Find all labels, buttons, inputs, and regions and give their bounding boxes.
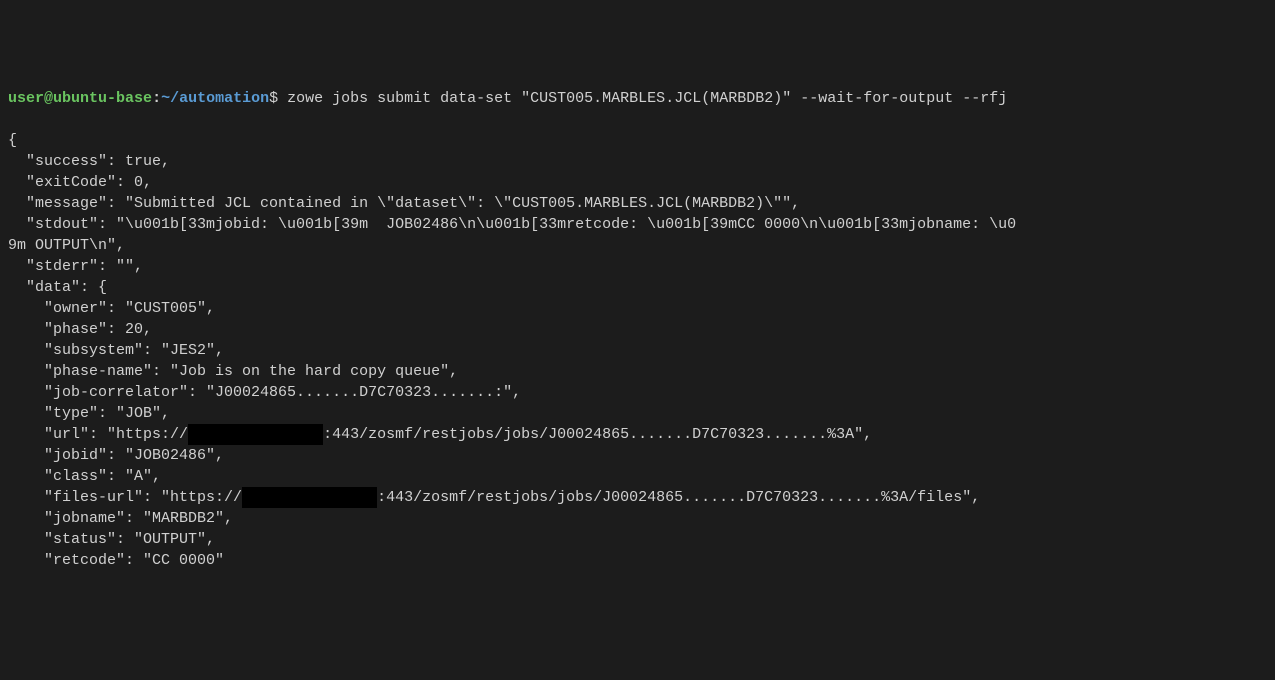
output-line: "message": "Submitted JCL contained in \… xyxy=(8,195,800,212)
url-suffix: :443/zosmf/restjobs/jobs/J00024865......… xyxy=(323,426,872,443)
output-line: "status": "OUTPUT", xyxy=(8,531,215,548)
output-line: "stderr": "", xyxy=(8,258,143,275)
prompt-colon: : xyxy=(152,90,161,107)
prompt-dollar: $ xyxy=(269,90,278,107)
output-line: "phase": 20, xyxy=(8,321,152,338)
prompt-host: ubuntu-base xyxy=(53,90,152,107)
output-line: "class": "A", xyxy=(8,468,161,485)
redacted-host xyxy=(242,487,377,508)
output-line: "jobid": "JOB02486", xyxy=(8,447,224,464)
prompt-line: user@ubuntu-base:~/automation$ zowe jobs… xyxy=(8,88,1267,109)
output-line: "subsystem": "JES2", xyxy=(8,342,224,359)
url-prefix: "files-url": "https:// xyxy=(8,489,242,506)
prompt-at: @ xyxy=(44,90,53,107)
output-line: 9m OUTPUT\n", xyxy=(8,237,125,254)
output-line: "url": "https:// :443/zosmf/restjobs/job… xyxy=(8,426,872,443)
output-line: { xyxy=(8,132,17,149)
output-line: "phase-name": "Job is on the hard copy q… xyxy=(8,363,458,380)
output-line: "type": "JOB", xyxy=(8,405,170,422)
prompt-path: ~/automation xyxy=(161,90,269,107)
output-line: "retcode": "CC 0000" xyxy=(8,552,224,569)
output-line: "files-url": "https:// :443/zosmf/restjo… xyxy=(8,489,980,506)
output-line: "owner": "CUST005", xyxy=(8,300,215,317)
output-line: "stdout": "\u001b[33mjobid: \u001b[39m J… xyxy=(8,216,1016,233)
output-line: "jobname": "MARBDB2", xyxy=(8,510,233,527)
output-line: "exitCode": 0, xyxy=(8,174,152,191)
command-text: zowe jobs submit data-set "CUST005.MARBL… xyxy=(278,90,1007,107)
redacted-host xyxy=(188,424,323,445)
prompt-user: user xyxy=(8,90,44,107)
output-line: "success": true, xyxy=(8,153,170,170)
output-line: "job-correlator": "J00024865.......D7C70… xyxy=(8,384,521,401)
url-suffix: :443/zosmf/restjobs/jobs/J00024865......… xyxy=(377,489,980,506)
output-line: "data": { xyxy=(8,279,107,296)
url-prefix: "url": "https:// xyxy=(8,426,188,443)
terminal-output[interactable]: user@ubuntu-base:~/automation$ zowe jobs… xyxy=(8,88,1267,571)
